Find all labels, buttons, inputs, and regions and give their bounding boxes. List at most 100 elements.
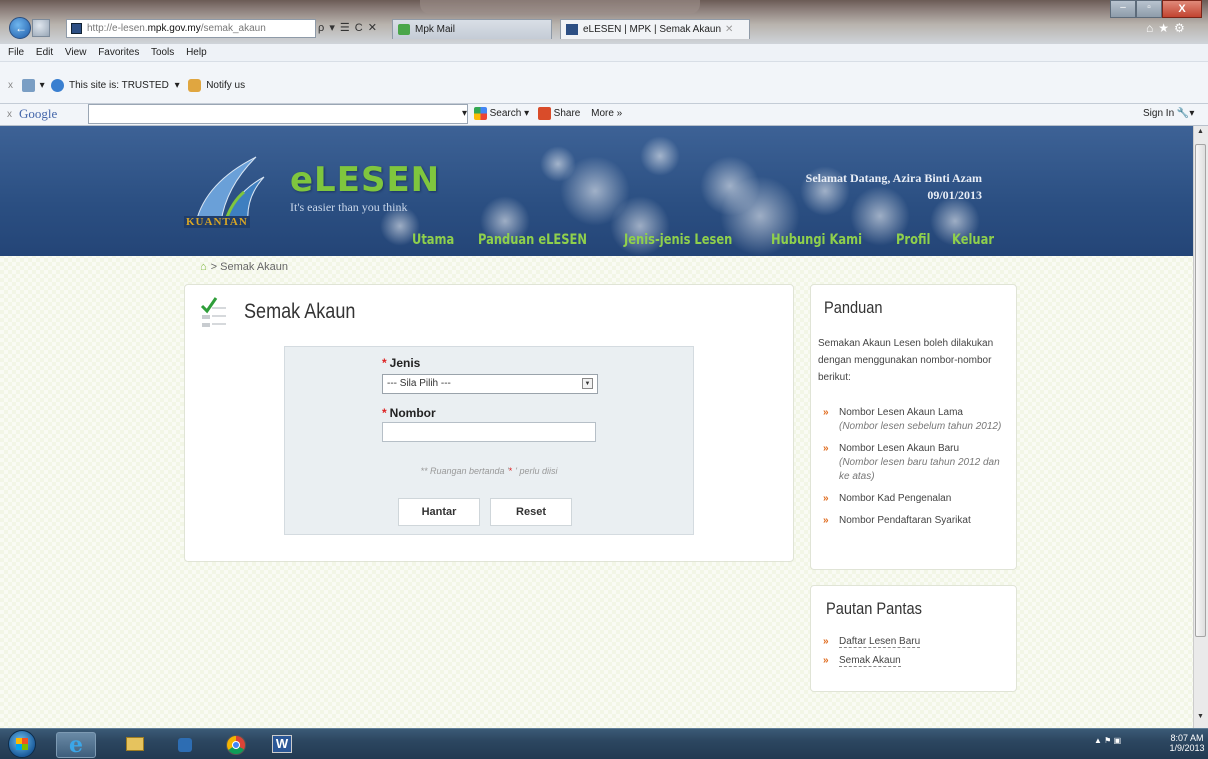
maximize-button[interactable]: ▫ (1136, 0, 1162, 18)
wrench-icon[interactable]: 🔧▾ (1177, 108, 1194, 119)
share-button[interactable]: Share (554, 108, 581, 119)
nav-panduan[interactable]: Panduan eLESEN (478, 232, 587, 248)
nav-profil[interactable]: Profil (896, 232, 930, 248)
word-letter: W (272, 735, 292, 753)
google-search-input[interactable] (88, 104, 468, 124)
panduan-title: Panduan (824, 298, 883, 317)
menu-help[interactable]: Help (186, 47, 207, 58)
menu-view[interactable]: View (65, 47, 87, 58)
scroll-thumb[interactable] (1195, 144, 1206, 637)
nav-hubungi[interactable]: Hubungi Kami (771, 232, 862, 248)
list-item: » Semak Akaun (820, 654, 1010, 668)
taskbar-ie-icon[interactable]: e (56, 732, 96, 758)
link-daftar-lesen-baru[interactable]: Daftar Lesen Baru (839, 636, 921, 648)
google-logo: Google (19, 106, 58, 121)
sign-in-link[interactable]: Sign In 🔧▾ (1143, 104, 1194, 124)
hantar-button[interactable]: Hantar (398, 498, 480, 526)
nav-keluar[interactable]: Keluar (952, 232, 994, 248)
taskbar-clock[interactable]: 8:07 AM 1/9/2013 (1168, 733, 1206, 753)
system-tray: ▲ ⚑ ▣ (1094, 736, 1121, 745)
menu-tools[interactable]: Tools (151, 47, 174, 58)
jenis-label: * Jenis (382, 356, 420, 370)
scroll-up-icon[interactable]: ▲ (1195, 128, 1206, 141)
list-item: » Daftar Lesen Baru (820, 635, 1010, 649)
list-item: » Nombor Kad Pengenalan (820, 492, 1010, 506)
double-chevron-icon: » (823, 493, 829, 504)
nombor-label: * Nombor (382, 406, 436, 420)
notify-link[interactable]: Notify us (206, 80, 245, 91)
tab-elesen[interactable]: eLESEN | MPK | Semak Akaun ✕ (560, 19, 750, 39)
close-window-button[interactable]: X (1162, 0, 1202, 18)
scroll-down-icon[interactable]: ▼ (1195, 713, 1206, 726)
dropdown-arrow-icon[interactable]: ▾ (40, 80, 45, 91)
address-bar[interactable]: http://e-lesen.mpk.gov.my/semak_akaun (66, 19, 316, 38)
home-icon[interactable]: ⌂ (1146, 21, 1158, 35)
double-chevron-icon: » (823, 443, 829, 454)
breadcrumb: ⌂ > Semak Akaun (200, 260, 288, 274)
back-button[interactable]: ← (9, 17, 31, 39)
notify-icon (188, 78, 202, 92)
jenis-selected-value: --- Sila Pilih --- (387, 378, 451, 389)
address-controls[interactable]: ρ ▾ ☰ C ✕ (318, 19, 388, 38)
mail-icon (398, 24, 410, 35)
link-semak-akaun[interactable]: Semak Akaun (839, 655, 901, 667)
menu-file[interactable]: File (8, 47, 24, 58)
sign-in-label: Sign In (1143, 108, 1175, 119)
taskbar-explorer-icon[interactable] (116, 732, 156, 758)
jenis-select[interactable]: --- Sila Pilih --- ▼ (382, 374, 598, 394)
site-status-label[interactable]: This site is: TRUSTED (69, 80, 169, 91)
site-favicon-icon (71, 23, 82, 34)
toolbar-close-icon[interactable]: x (8, 80, 13, 91)
panduan-description: Semakan Akaun Lesen boleh dilakukan deng… (818, 338, 994, 383)
panduan-list: » Nombor Lesen Akaun Lama (Nombor lesen se… (820, 406, 1010, 536)
nav-utama[interactable]: Utama (412, 232, 454, 248)
note-text-post: ' perlu diisi (515, 466, 558, 476)
chevron-down-icon[interactable]: ▼ (582, 378, 593, 389)
favorites-star-icon[interactable]: ★ (1158, 21, 1174, 35)
toolbar-row: x ▾ This site is: TRUSTED ▾ Notify us (8, 78, 245, 94)
item-sub: (Nombor lesen sebelum tahun 2012) (839, 421, 1002, 432)
google-tools: ▾ Search ▾ Share More » (462, 104, 622, 124)
clock-time: 8:07 AM (1170, 733, 1204, 743)
tab-label: eLESEN | MPK | Semak Akaun (583, 24, 722, 35)
menu-edit[interactable]: Edit (36, 47, 53, 58)
home-icon[interactable]: ⌂ (200, 261, 207, 273)
forward-button[interactable] (32, 19, 50, 37)
menu-bar: File Edit View Favorites Tools Help (0, 44, 1208, 62)
dropdown-arrow-icon[interactable]: ▾ (524, 108, 529, 119)
wifi-icon[interactable] (21, 78, 35, 92)
item-label: Nombor Pendaftaran Syarikat (839, 515, 971, 526)
minimize-button[interactable]: – (1110, 0, 1136, 18)
settings-gear-icon[interactable]: ⚙ (1174, 21, 1190, 35)
taskbar-chrome-icon[interactable] (216, 732, 256, 758)
nav-jenis-lesen[interactable]: Jenis-jenis Lesen (624, 232, 732, 248)
url-path: /semak_akaun (200, 23, 266, 34)
double-chevron-icon: » (823, 636, 829, 647)
site-tagline: It's easier than you think (290, 200, 408, 214)
tray-flag-icon[interactable]: ⚑ (1104, 736, 1111, 745)
tray-expand-icon[interactable]: ▲ (1094, 736, 1102, 745)
note-star: * (508, 466, 513, 476)
dropdown-arrow-icon[interactable]: ▾ (462, 108, 467, 119)
more-button[interactable]: More » (591, 108, 622, 119)
required-marker: * (382, 406, 387, 420)
tab-mpk-mail[interactable]: Mpk Mail (392, 19, 552, 39)
url-prefix: http://e-lesen. (87, 23, 148, 34)
tray-network-icon[interactable]: ▣ (1114, 736, 1122, 745)
taskbar-media-player-icon[interactable] (166, 732, 206, 758)
google-search-button[interactable]: Search (490, 108, 522, 119)
nombor-input[interactable] (382, 422, 596, 442)
dropdown-arrow-icon[interactable]: ▾ (175, 80, 180, 91)
tab-close-icon[interactable]: ✕ (725, 24, 733, 35)
browser-right-icons: ⌂★⚙ (1146, 21, 1204, 37)
start-button[interactable] (8, 730, 36, 758)
menu-favorites[interactable]: Favorites (98, 47, 139, 58)
taskbar-word-icon[interactable]: W (262, 732, 302, 758)
google-close-icon[interactable]: x (7, 109, 12, 120)
window-controls: – ▫ X (1110, 0, 1202, 18)
item-label: Nombor Lesen Akaun Lama (839, 407, 963, 418)
item-label: Nombor Kad Pengenalan (839, 493, 952, 504)
reset-button[interactable]: Reset (490, 498, 572, 526)
site-brand: eLESEN (290, 160, 441, 200)
required-note: ** Ruangan bertanda '* ' perlu diisi (284, 466, 694, 476)
